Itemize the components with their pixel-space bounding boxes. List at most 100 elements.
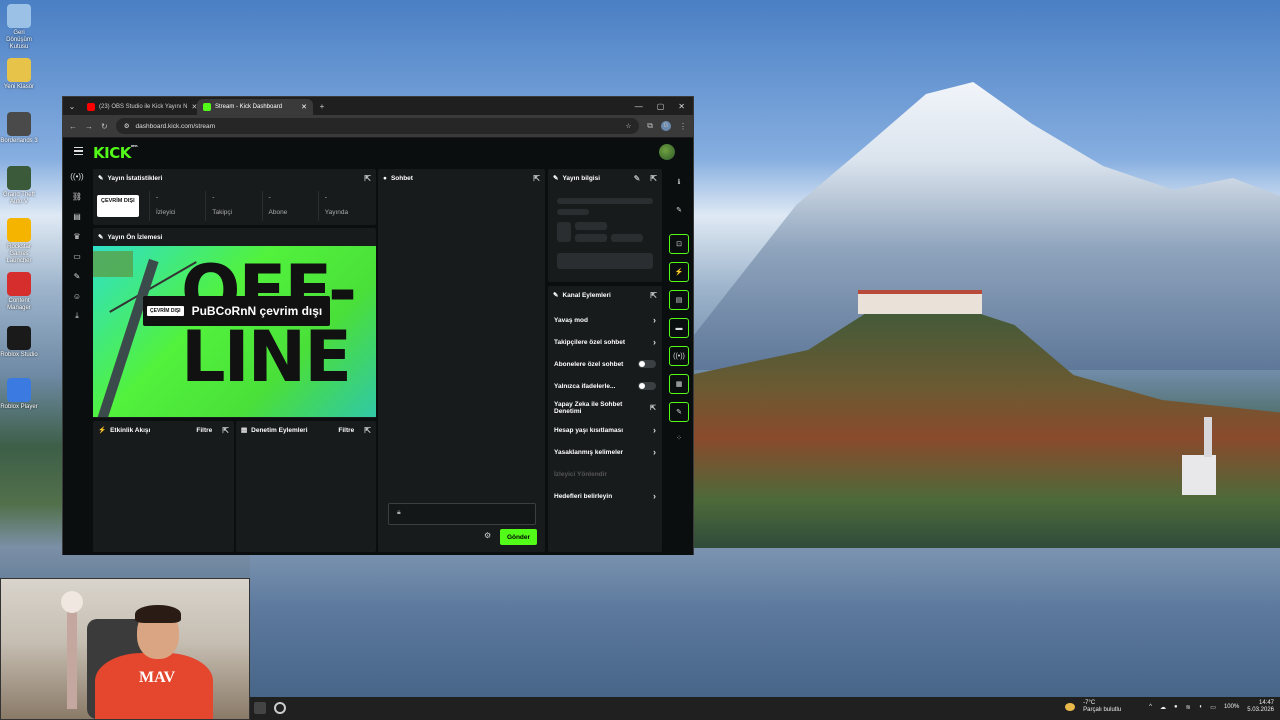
clock-time[interactable]: 14:47 <box>1247 700 1274 707</box>
maximize-icon[interactable]: ▢ <box>657 102 665 111</box>
taskbar-app-icon[interactable] <box>254 702 266 714</box>
send-button[interactable]: Gönder <box>500 529 537 545</box>
scan-icon[interactable]: ⊡ <box>669 234 689 254</box>
chevron-right-icon[interactable]: › <box>653 447 656 457</box>
chat-bubble-icon[interactable]: ▬ <box>669 318 689 338</box>
filter-button[interactable]: Filtre <box>338 427 354 434</box>
url-text[interactable]: dashboard.kick.com/stream <box>136 123 215 130</box>
toggle-switch[interactable] <box>638 360 656 368</box>
bolt-icon[interactable]: ⚡ <box>669 262 689 282</box>
chat-input[interactable]: 🔒︎ <box>388 503 536 525</box>
stream-icon[interactable]: ((•)) <box>63 166 91 186</box>
reload-icon[interactable]: ↻ <box>101 122 108 131</box>
mic-icon[interactable]: ● <box>1174 704 1178 710</box>
popout-icon[interactable]: ⇱ <box>533 174 540 183</box>
popout-icon[interactable]: ⇱ <box>650 174 657 183</box>
tab-close-icon[interactable]: ✕ <box>301 103 307 111</box>
desktop-icon[interactable]: Rockstar Games Launcher <box>0 218 38 265</box>
tab-youtube[interactable]: (23) OBS Studio ile Kick Yayını N ✕ <box>81 99 197 115</box>
wifi-icon[interactable]: ≋ <box>1186 704 1191 711</box>
desktop-icon[interactable]: Roblox Player <box>0 378 38 411</box>
close-window-icon[interactable]: ✕ <box>678 102 685 111</box>
desktop-icon[interactable]: Borderlands 3 <box>0 112 38 145</box>
chevron-right-icon[interactable]: › <box>653 425 656 435</box>
link-icon[interactable]: ⛓ <box>63 186 91 206</box>
channel-action-item[interactable]: Hedefleri belirleyin › <box>548 485 662 507</box>
popout-icon[interactable]: ⇱ <box>650 291 657 300</box>
tools-icon[interactable]: ✎ <box>63 266 91 286</box>
desktop-icon[interactable]: Yeni Klasör <box>0 58 38 91</box>
stat-followers: - Takipçi <box>205 191 259 221</box>
desktop-icon[interactable]: Content Manager <box>0 272 38 312</box>
tab-search-icon[interactable]: ⌄ <box>63 97 81 115</box>
desktop-icon[interactable]: Geri Dönüşüm Kutusu <box>0 4 38 51</box>
hamburger-menu-icon[interactable] <box>74 147 83 155</box>
channel-action-item[interactable]: Yavaş mod › <box>548 309 662 331</box>
channel-action-item[interactable]: Takipçilere özel sohbet › <box>548 331 662 353</box>
user-avatar[interactable] <box>659 144 675 160</box>
back-icon[interactable]: ← <box>69 122 77 131</box>
trophy-icon[interactable]: ♛ <box>63 226 91 246</box>
desktop-icon[interactable]: Grand Theft Auto V <box>0 166 38 206</box>
taskbar-obs-icon[interactable] <box>274 702 286 714</box>
channel-action-item[interactable]: Yapay Zeka ile Sohbet Denetimi ⇱ <box>548 397 662 419</box>
stream-info-panel: ✎ Yayın bilgisi ✎ ⇱ <box>548 169 662 282</box>
edit-icon[interactable]: ✎ <box>669 200 689 220</box>
url-field[interactable]: ⚙ dashboard.kick.com/stream ☆ <box>115 118 640 134</box>
channel-action-item[interactable]: Abonelere özel sohbet <box>548 353 662 375</box>
cloud-icon[interactable]: ☁ <box>1160 704 1166 711</box>
panel-title: Sohbet <box>390 174 413 182</box>
channel-action-item[interactable]: Yalnızca ifadelerle... <box>548 375 662 397</box>
speaker-icon[interactable]: ◖ <box>1199 704 1203 710</box>
chevron-right-icon[interactable]: › <box>653 315 656 325</box>
minimize-icon[interactable]: — <box>635 102 643 111</box>
tab-kick-dashboard[interactable]: Stream - Kick Dashboard ✕ <box>197 99 313 115</box>
panel-title: Yayın bilgisi <box>562 174 601 182</box>
chevron-right-icon[interactable]: › <box>653 337 656 347</box>
desktop-app-icon <box>7 4 31 28</box>
desktop-icon-label: Geri Dönüşüm Kutusu <box>6 30 32 50</box>
chat-settings-icon[interactable]: ⚙ <box>484 531 491 540</box>
clock-date[interactable]: 5.03.2026 <box>1247 707 1274 714</box>
wallpaper-castle <box>858 290 982 314</box>
browser-menu-icon[interactable]: ⋮ <box>679 122 687 131</box>
document-icon[interactable]: ▤ <box>669 290 689 310</box>
channel-action-item[interactable]: İzleyici Yönlendir <box>548 463 662 485</box>
wrench-icon[interactable]: ✎ <box>669 402 689 422</box>
desktop-app-icon <box>7 326 31 350</box>
tray-chevron-icon[interactable]: ^ <box>1149 704 1152 710</box>
users-icon[interactable]: ☺ <box>63 286 91 306</box>
more-icon[interactable]: ⁘ <box>669 428 689 448</box>
desktop-app-icon <box>7 272 31 296</box>
analytics-icon[interactable]: ▤ <box>63 206 91 226</box>
popout-icon[interactable]: ⇱ <box>364 174 371 183</box>
popout-icon[interactable]: ⇱ <box>364 426 371 435</box>
new-tab-icon[interactable]: + <box>313 97 331 115</box>
stat-live: - Yayında <box>317 191 372 221</box>
edit-icon[interactable]: ✎ <box>634 174 641 183</box>
popout-icon[interactable]: ⇱ <box>222 426 229 435</box>
tab-label: Stream - Kick Dashboard <box>215 104 283 110</box>
chevron-right-icon[interactable]: › <box>653 491 656 501</box>
stats-icon: ✎ <box>98 175 104 182</box>
profile-avatar[interactable]: G <box>661 121 671 131</box>
toggle-switch[interactable] <box>638 382 656 390</box>
panel-title: Denetim Eylemleri <box>251 426 308 434</box>
forward-icon[interactable]: → <box>85 122 93 131</box>
broadcast-icon[interactable]: ((•)) <box>669 346 689 366</box>
battery-icon[interactable]: ▭ <box>1210 704 1216 711</box>
media-icon[interactable]: ▭ <box>63 246 91 266</box>
channel-action-item[interactable]: Yasaklanmış kelimeler › <box>548 441 662 463</box>
download-icon[interactable]: ⤓ <box>63 306 91 326</box>
channel-action-item[interactable]: Hesap yaşı kısıtlaması › <box>548 419 662 441</box>
kick-logo[interactable]: KICKBETA <box>93 144 138 162</box>
desktop-icon[interactable]: Roblox Studio <box>0 326 38 359</box>
filter-button[interactable]: Filtre <box>196 427 212 434</box>
bookmark-star-icon[interactable]: ☆ <box>625 122 631 130</box>
external-link-icon[interactable]: ⇱ <box>650 404 656 412</box>
layout-icon[interactable]: ▦ <box>669 374 689 394</box>
site-info-icon[interactable]: ⚙ <box>124 122 130 130</box>
extensions-icon[interactable]: ⧉ <box>647 121 653 131</box>
info-icon[interactable]: ℹ <box>669 172 689 192</box>
desktop-app-icon <box>7 166 31 190</box>
